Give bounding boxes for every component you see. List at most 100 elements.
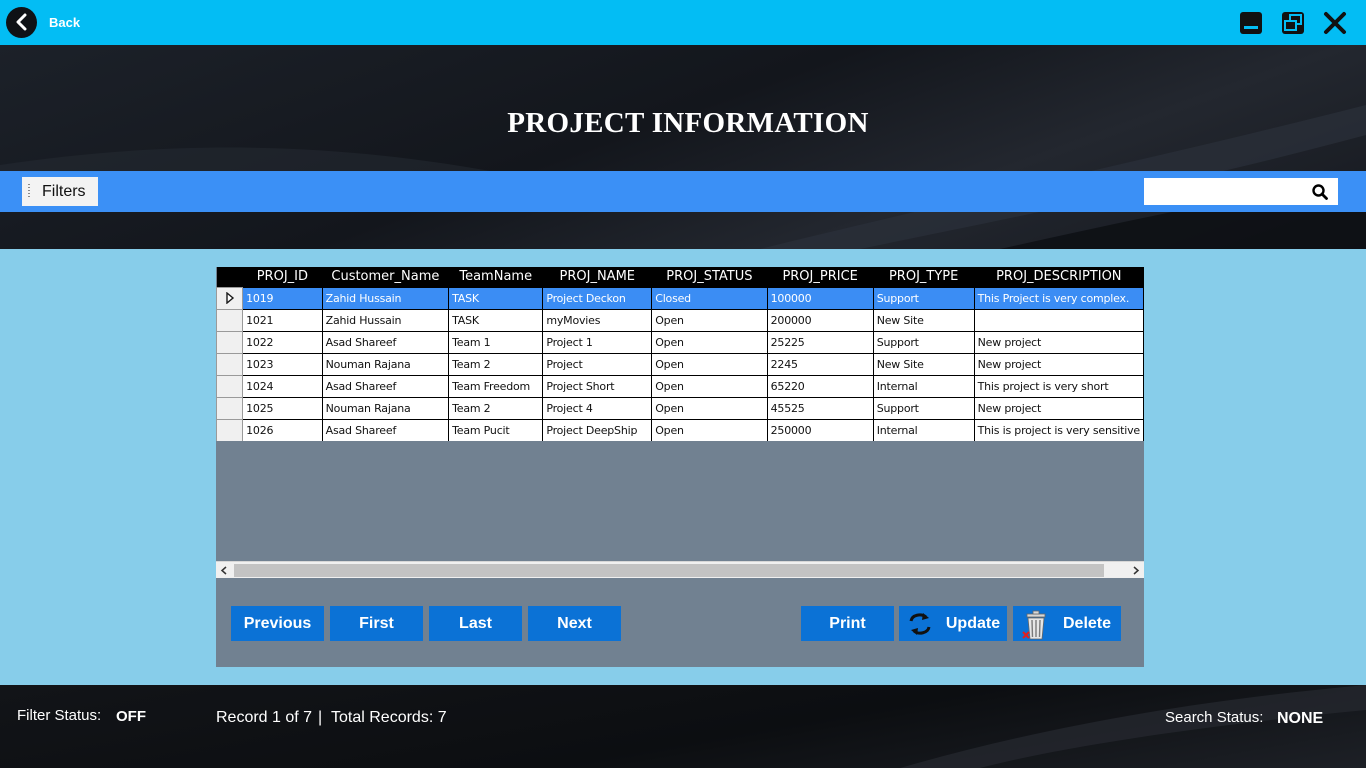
row-header-corner xyxy=(216,267,243,287)
print-button[interactable]: Print xyxy=(801,606,894,641)
current-row-arrow-icon xyxy=(225,292,234,304)
grid-cell[interactable]: Project 1 xyxy=(542,330,653,354)
grid-cell[interactable]: 100000 xyxy=(766,286,874,310)
column-header[interactable]: PROJ_TYPE xyxy=(873,267,975,287)
grid-cell[interactable]: 65220 xyxy=(766,374,874,398)
grid-cell[interactable]: This project is very short xyxy=(973,374,1144,398)
grid-cell[interactable]: Support xyxy=(872,286,975,310)
row-header[interactable] xyxy=(216,418,244,441)
grid-cell[interactable]: This is project is very sensitive xyxy=(973,418,1144,441)
grid-cell[interactable]: Open xyxy=(651,418,768,441)
grid-cell[interactable]: Team 2 xyxy=(448,352,544,376)
grid-cell[interactable]: TASK xyxy=(448,308,544,332)
column-header[interactable]: PROJ_DESCRIPTION xyxy=(974,267,1144,287)
minimize-button[interactable] xyxy=(1238,10,1264,36)
grid-cell[interactable]: Open xyxy=(651,308,768,332)
column-header[interactable]: PROJ_STATUS xyxy=(651,267,768,287)
column-header[interactable]: Customer_Name xyxy=(322,267,449,287)
first-button[interactable]: First xyxy=(330,606,423,641)
table-row[interactable]: 1019 Zahid Hussain TASK Project Deckon C… xyxy=(216,286,1144,310)
grid-cell[interactable]: Open xyxy=(651,352,768,376)
table-row[interactable]: 1022 Asad Shareef Team 1 Project 1 Open … xyxy=(216,330,1144,354)
grid-cell[interactable]: 1025 xyxy=(242,396,323,420)
grid-cell[interactable]: 1026 xyxy=(242,418,323,441)
table-row[interactable]: 1025 Nouman Rajana Team 2 Project 4 Open… xyxy=(216,396,1144,420)
search-icon[interactable] xyxy=(1311,183,1329,201)
grid-cell[interactable]: myMovies xyxy=(542,308,653,332)
table-row[interactable]: 1026 Asad Shareef Team Pucit Project Dee… xyxy=(216,418,1144,441)
grid-cell[interactable]: TASK xyxy=(448,286,544,310)
horizontal-scrollbar[interactable] xyxy=(216,561,1144,578)
scroll-left-icon[interactable] xyxy=(218,564,231,577)
grid-cell[interactable]: Open xyxy=(651,330,768,354)
grid-cell[interactable]: 250000 xyxy=(766,418,874,441)
next-button[interactable]: Next xyxy=(528,606,621,641)
grid-cell[interactable]: New Site xyxy=(872,352,975,376)
table-row[interactable]: 1024 Asad Shareef Team Freedom Project S… xyxy=(216,374,1144,398)
row-header[interactable] xyxy=(216,374,244,398)
grid-cell[interactable]: 1022 xyxy=(242,330,323,354)
grid-cell[interactable]: Team 2 xyxy=(448,396,544,420)
grid-cell[interactable]: Project Deckon xyxy=(542,286,653,310)
delete-button-label: Delete xyxy=(1062,614,1112,632)
previous-button[interactable]: Previous xyxy=(231,606,324,641)
grid-cell[interactable]: Nouman Rajana xyxy=(321,396,450,420)
row-header[interactable] xyxy=(216,286,244,310)
search-input[interactable] xyxy=(1148,181,1308,202)
delete-button[interactable]: Delete xyxy=(1013,606,1121,641)
grid-cell[interactable]: 45525 xyxy=(766,396,874,420)
restore-button[interactable] xyxy=(1280,10,1306,36)
grid-cell[interactable]: 1019 xyxy=(242,286,323,310)
grid-cell[interactable]: Internal xyxy=(872,418,975,441)
grid-cell[interactable]: Asad Shareef xyxy=(321,330,450,354)
grid-cell[interactable]: 1021 xyxy=(242,308,323,332)
grid-cell[interactable]: Internal xyxy=(872,374,975,398)
grid-cell[interactable]: New Site xyxy=(872,308,975,332)
grid-cell[interactable]: Project DeepShip xyxy=(542,418,653,441)
grid-cell[interactable]: Team Freedom xyxy=(448,374,544,398)
grid-cell[interactable]: Team Pucit xyxy=(448,418,544,441)
row-header[interactable] xyxy=(216,396,244,420)
grid-cell[interactable]: 25225 xyxy=(766,330,874,354)
grid-cell[interactable]: Zahid Hussain xyxy=(321,308,450,332)
grid-cell[interactable]: Open xyxy=(651,374,768,398)
grid-cell[interactable]: Asad Shareef xyxy=(321,418,450,441)
grid-cell[interactable]: 200000 xyxy=(766,308,874,332)
column-header[interactable]: PROJ_ID xyxy=(242,267,323,287)
grid-cell[interactable]: Team 1 xyxy=(448,330,544,354)
grid-cell[interactable]: 1023 xyxy=(242,352,323,376)
scroll-right-icon[interactable] xyxy=(1129,564,1142,577)
table-row[interactable]: 1023 Nouman Rajana Team 2 Project Open 2… xyxy=(216,352,1144,376)
row-header[interactable] xyxy=(216,352,244,376)
scrollbar-thumb[interactable] xyxy=(234,564,1104,577)
grid-cell[interactable] xyxy=(973,308,1144,332)
back-button[interactable]: Back xyxy=(6,6,80,38)
grid-cell[interactable]: Project 4 xyxy=(542,396,653,420)
grid-cell[interactable]: 2245 xyxy=(766,352,874,376)
grid-cell[interactable]: Zahid Hussain xyxy=(321,286,450,310)
column-header[interactable]: PROJ_PRICE xyxy=(767,267,874,287)
grid-cell[interactable]: Project Short xyxy=(542,374,653,398)
row-header[interactable] xyxy=(216,308,244,332)
column-header[interactable]: PROJ_NAME xyxy=(542,267,652,287)
grid-cell[interactable]: New project xyxy=(973,352,1144,376)
update-button[interactable]: Update xyxy=(899,606,1007,641)
filters-button[interactable]: Filters xyxy=(22,177,98,206)
grid-cell[interactable]: New project xyxy=(973,330,1144,354)
grid-cell[interactable]: 1024 xyxy=(242,374,323,398)
grid-cell[interactable]: Closed xyxy=(651,286,768,310)
grid-cell[interactable]: Open xyxy=(651,396,768,420)
grid-cell[interactable]: Nouman Rajana xyxy=(321,352,450,376)
row-header[interactable] xyxy=(216,330,244,354)
grid-cell[interactable]: Support xyxy=(872,396,975,420)
update-button-label: Update xyxy=(945,614,1001,632)
grid-cell[interactable]: Support xyxy=(872,330,975,354)
close-button[interactable] xyxy=(1322,10,1348,36)
grid-cell[interactable]: New project xyxy=(973,396,1144,420)
grid-cell[interactable]: This Project is very complex. xyxy=(973,286,1144,310)
grid-cell[interactable]: Project xyxy=(542,352,653,376)
grid-cell[interactable]: Asad Shareef xyxy=(321,374,450,398)
table-row[interactable]: 1021 Zahid Hussain TASK myMovies Open 20… xyxy=(216,308,1144,332)
last-button[interactable]: Last xyxy=(429,606,522,641)
column-header[interactable]: TeamName xyxy=(448,267,543,287)
